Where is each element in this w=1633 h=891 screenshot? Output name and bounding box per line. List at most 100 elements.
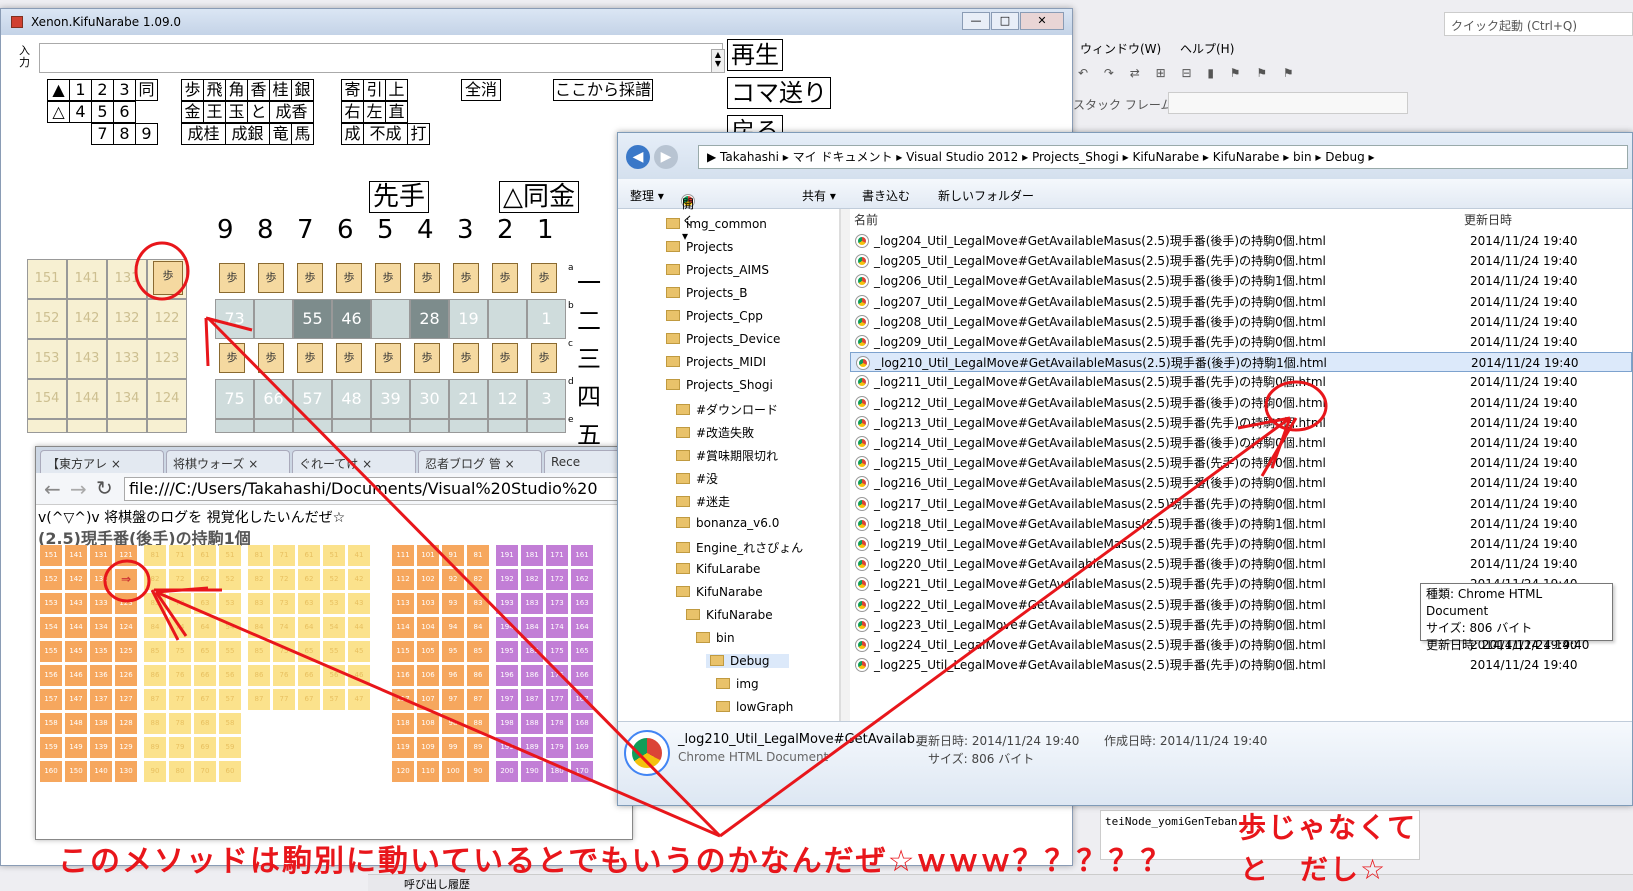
move-button[interactable]: 上 [385, 79, 408, 101]
move-button[interactable]: 引 [363, 79, 386, 101]
nav-folder-item[interactable]: Debug [706, 654, 790, 668]
piece-button[interactable]: 飛 [203, 79, 226, 101]
hand-cell[interactable]: 152 [27, 299, 67, 339]
side-button[interactable]: 8 [113, 123, 136, 145]
nav-folder-item[interactable]: Projects_Cpp [666, 309, 763, 323]
nav-folder-item[interactable]: img_common [666, 217, 767, 231]
side-button[interactable]: 9 [135, 123, 158, 145]
new-folder-button[interactable]: 新しいフォルダー [938, 187, 1034, 204]
board-cell[interactable] [410, 419, 449, 433]
nav-folder-item[interactable]: #改造失敗 [676, 424, 754, 441]
back-button[interactable]: 戻る [727, 115, 783, 133]
board-piece[interactable]: 歩 [453, 263, 479, 293]
board-cell[interactable] [254, 299, 293, 339]
hand-cell[interactable] [67, 419, 107, 433]
nav-scrollbar[interactable] [840, 209, 850, 721]
nav-folder-item[interactable]: #ダウンロード [676, 401, 778, 418]
piece-button[interactable]: と [247, 101, 270, 123]
hand-cell[interactable]: 151 [27, 259, 67, 299]
board-piece[interactable]: 歩 [258, 263, 284, 293]
board-cell[interactable]: 55 [293, 299, 332, 339]
file-row[interactable]: _log205_Util_LegalMove#GetAvailableMasus… [850, 251, 1632, 271]
board-piece[interactable]: 歩 [531, 343, 557, 373]
hand-cell[interactable]: 154 [27, 379, 67, 419]
board-piece[interactable]: 歩 [414, 343, 440, 373]
hand-cell[interactable]: 134 [107, 379, 147, 419]
board-cell[interactable] [254, 419, 293, 433]
tab-great[interactable]: ぐれーてけ × [292, 450, 416, 473]
board-cell[interactable]: 1 [527, 299, 566, 339]
tab-shogi-wars[interactable]: 将棋ウォーズ × [166, 450, 290, 473]
board-cell[interactable]: 57 [293, 379, 332, 419]
file-row[interactable]: _log207_Util_LegalMove#GetAvailableMasus… [850, 292, 1632, 312]
burn-button[interactable]: 書き込む [862, 187, 910, 204]
board-cell[interactable]: 48 [332, 379, 371, 419]
nav-folder-item[interactable]: Engine_れさぴょん [676, 539, 803, 556]
side-button[interactable]: 2 [91, 79, 114, 101]
back-arrow-icon[interactable]: ← [44, 477, 61, 501]
board-cell[interactable]: 30 [410, 379, 449, 419]
nav-folder-item[interactable]: Projects_Device [666, 332, 780, 346]
board-cell[interactable] [527, 419, 566, 433]
board-cell[interactable]: 3 [527, 379, 566, 419]
side-button[interactable]: 同 [135, 79, 158, 101]
board-cell[interactable] [488, 419, 527, 433]
piece-button[interactable]: 香 [247, 79, 270, 101]
board-piece[interactable]: 歩 [375, 343, 401, 373]
board-cell[interactable]: 21 [449, 379, 488, 419]
piece-button[interactable]: 成銀 [225, 123, 270, 145]
board-piece[interactable]: 歩 [219, 263, 245, 293]
piece-button[interactable]: 歩 [181, 79, 204, 101]
board-cell[interactable] [215, 419, 254, 433]
file-row[interactable]: _log210_Util_LegalMove#GetAvailableMasus… [850, 352, 1632, 373]
hand-cell[interactable]: 153 [27, 339, 67, 379]
hand-cell[interactable] [27, 419, 67, 433]
board-piece[interactable]: 歩 [219, 343, 245, 373]
piece-button[interactable]: 金 [181, 101, 204, 123]
move-button[interactable]: 不成 [363, 123, 408, 145]
board-piece[interactable]: 歩 [531, 263, 557, 293]
file-row[interactable]: _log213_Util_LegalMove#GetAvailableMasus… [850, 413, 1632, 433]
hand-piece[interactable]: 歩 [153, 261, 183, 295]
move-button[interactable]: 直 [385, 101, 408, 123]
close-icon[interactable]: ✕ [1020, 12, 1064, 30]
hand-cell[interactable]: 144 [67, 379, 107, 419]
board-cell[interactable]: 66 [254, 379, 293, 419]
board-cell[interactable] [449, 419, 488, 433]
share-button[interactable]: 共有 ▾ [802, 187, 836, 204]
hand-cell[interactable]: 143 [67, 339, 107, 379]
nav-folder-item[interactable]: Projects [666, 240, 733, 254]
hand-cell[interactable] [107, 419, 147, 433]
breadcrumb[interactable]: ▶ Takahashi ▸ マイ ドキュメント ▸ Visual Studio … [698, 145, 1628, 169]
tab-ninja-blog[interactable]: 忍者ブログ 管 × [418, 450, 542, 473]
menu-help[interactable]: ヘルプ(H) [1180, 40, 1234, 57]
board-piece[interactable]: 歩 [336, 263, 362, 293]
file-row[interactable]: _log216_Util_LegalMove#GetAvailableMasus… [850, 473, 1632, 493]
quick-launch-input[interactable]: クイック起動 (Ctrl+Q) [1444, 12, 1633, 36]
nav-folder-item[interactable]: #賞味期限切れ [676, 447, 778, 464]
hand-cell[interactable]: 124 [147, 379, 187, 419]
hand-cell[interactable] [147, 419, 187, 433]
file-row[interactable]: _log204_Util_LegalMove#GetAvailableMasus… [850, 231, 1632, 251]
file-row[interactable]: _log217_Util_LegalMove#GetAvailableMasus… [850, 494, 1632, 514]
forward-arrow-icon[interactable]: → [70, 477, 87, 501]
nav-folder-item[interactable]: KifuLarabe [676, 562, 760, 576]
side-button[interactable]: 7 [91, 123, 114, 145]
piece-button[interactable]: 竜 [269, 123, 292, 145]
hand-cell[interactable]: 142 [67, 299, 107, 339]
board-piece[interactable]: 歩 [492, 263, 518, 293]
step-button[interactable]: コマ送り [727, 77, 831, 109]
file-row[interactable]: _log211_Util_LegalMove#GetAvailableMasus… [850, 372, 1632, 392]
hand-cell[interactable]: 133 [107, 339, 147, 379]
organize-button[interactable]: 整理 ▾ [630, 187, 664, 204]
file-row[interactable]: _log225_Util_LegalMove#GetAvailableMasus… [850, 655, 1632, 675]
side-button[interactable]: △ [47, 101, 70, 123]
piece-button[interactable]: 王 [203, 101, 226, 123]
clear-all-button[interactable]: 全消 [461, 79, 501, 101]
board-cell[interactable] [371, 419, 410, 433]
file-row[interactable]: _log218_Util_LegalMove#GetAvailableMasus… [850, 514, 1632, 534]
nav-folder-item[interactable]: bin [696, 631, 735, 645]
stack-frame-combo[interactable] [1168, 92, 1408, 114]
board-piece[interactable]: 歩 [414, 263, 440, 293]
board-cell[interactable] [371, 299, 410, 339]
